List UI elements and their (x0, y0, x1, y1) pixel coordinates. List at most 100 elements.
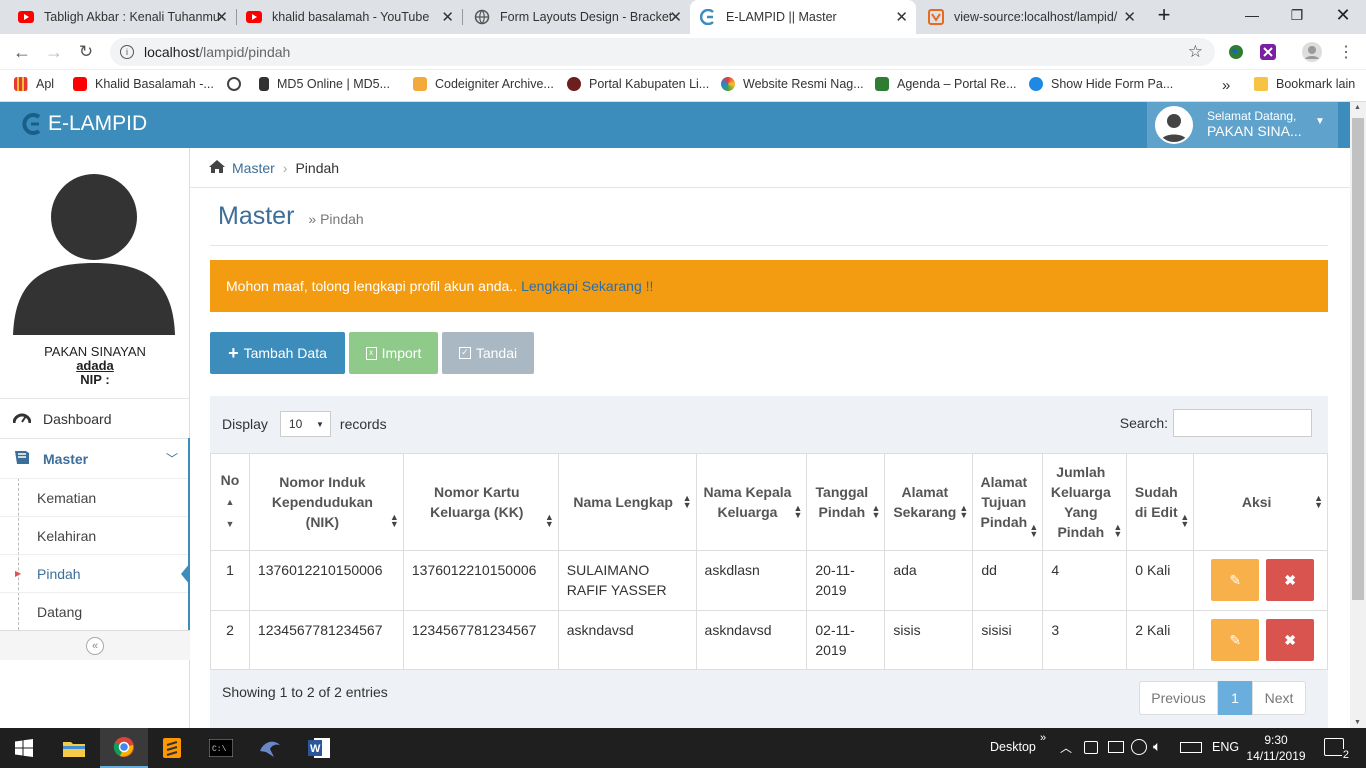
scrollbar-thumb[interactable] (1352, 118, 1364, 600)
column-header[interactable]: Alamat Sekarang ▲ ▼ (884, 453, 974, 551)
dolphin-icon[interactable] (246, 728, 294, 768)
desktop-toolbar-label[interactable]: Desktop (990, 740, 1036, 754)
column-header[interactable]: Nama Lengkap ▲ ▼ (557, 453, 697, 551)
back-arrow-icon[interactable]: ← (10, 40, 34, 64)
browser-tab-active[interactable]: E-LAMPID || Master ✕ (690, 0, 916, 34)
reload-icon[interactable]: ↻ (74, 40, 98, 64)
bookmarks-overflow[interactable]: » (1222, 77, 1230, 94)
info-icon[interactable]: i (120, 45, 134, 59)
sidebar-item-pindah[interactable]: ▶ Pindah (0, 554, 190, 592)
browser-tab[interactable]: Form Layouts Design - Bracket ✕ (464, 0, 690, 34)
column-header[interactable]: Nama Kepala Keluarga ▲ ▼ (695, 453, 808, 551)
bookmark-apps[interactable]: Apl (14, 77, 54, 91)
maximize-button[interactable]: ❐ (1274, 0, 1320, 30)
column-header[interactable]: Nomor Kartu Keluarga (KK) ▲ ▼ (402, 453, 559, 551)
column-header[interactable]: Tanggal Pindah ▲ ▼ (806, 453, 886, 551)
keyboard-icon[interactable] (1180, 742, 1202, 753)
home-icon[interactable] (208, 159, 226, 177)
minimize-button[interactable]: — (1229, 0, 1275, 30)
browser-tab[interactable]: khalid basalamah - YouTube ✕ (236, 0, 462, 34)
url-path: /lampid/pindah (199, 44, 291, 60)
menu-dots-icon[interactable]: ⋮ (1334, 40, 1358, 64)
row-actions: ✎ ✖ (1193, 550, 1328, 611)
meet-now-icon[interactable] (1084, 741, 1098, 754)
user-menu[interactable]: Selamat Datang, PAKAN SINA... ▼ (1147, 102, 1338, 148)
brand-name: E-LAMPID (48, 112, 148, 135)
sidebar-item-master[interactable]: Master ﹀ (0, 438, 190, 478)
lock-icon (259, 77, 269, 91)
column-header[interactable]: No ▲ ▼ (210, 453, 250, 551)
other-bookmarks[interactable]: Bookmark lain (1254, 77, 1355, 91)
browser-tab[interactable]: Tabligh Akbar : Kenali Tuhanmu ✕ (8, 0, 236, 34)
page-length-select[interactable]: 10 ▼ (279, 411, 331, 437)
forward-arrow-icon[interactable]: → (42, 40, 66, 64)
next-button[interactable]: Next (1252, 681, 1306, 715)
bookmark-item[interactable] (227, 77, 249, 91)
add-data-button[interactable]: + Tambah Data (210, 332, 345, 374)
sublime-text-icon[interactable] (148, 728, 196, 768)
terminal-icon[interactable]: C:\ (197, 728, 245, 768)
bookmark-item[interactable]: Agenda – Portal Re... (875, 77, 1017, 91)
collapse-icon[interactable]: « (86, 637, 104, 655)
import-button[interactable]: x Import (349, 332, 438, 374)
notification-icon[interactable]: 2 (1324, 738, 1350, 761)
sidebar-item-datang[interactable]: Datang (0, 592, 188, 630)
url-bar[interactable]: i localhost/lampid/pindah ☆ (110, 38, 1215, 66)
tab-title: view-source:localhost/lampid/ (954, 10, 1118, 24)
star-icon[interactable]: ☆ (1188, 42, 1203, 62)
edit-button[interactable]: ✎ (1211, 618, 1260, 661)
profile-icon[interactable] (1300, 40, 1324, 64)
extension-icon[interactable] (1256, 40, 1280, 64)
column-header[interactable]: Aksi ▲ ▼ (1193, 453, 1328, 551)
alert-link[interactable]: Lengkapi Sekarang !! (521, 278, 653, 294)
battery-icon[interactable] (1108, 741, 1124, 753)
toolbar-overflow-icon[interactable]: » (1040, 732, 1046, 744)
close-window-button[interactable]: ✕ (1320, 0, 1366, 30)
volume-icon[interactable]: 🔈︎ (1153, 738, 1161, 755)
sort-icon: ▲ ▼ (1180, 512, 1190, 529)
file-explorer-icon[interactable] (50, 728, 98, 768)
network-globe-icon[interactable] (1131, 739, 1147, 755)
bookmark-item[interactable]: Portal Kabupaten Li... (567, 77, 709, 91)
sidebar-item-dashboard[interactable]: Dashboard (0, 398, 190, 438)
windows-start-icon[interactable] (0, 728, 48, 768)
page-button-1[interactable]: 1 (1218, 681, 1252, 715)
close-icon[interactable]: ✕ (441, 8, 454, 26)
word-icon[interactable]: W (295, 728, 343, 768)
sidebar-user-sub[interactable]: adada (0, 359, 190, 373)
bookmark-item[interactable]: Show Hide Form Pa... (1029, 77, 1173, 91)
close-icon[interactable]: ✕ (215, 8, 228, 26)
column-header[interactable]: Jumlah Keluarga Yang Pindah ▲ ▼ (1042, 453, 1128, 551)
plus-icon: + (228, 342, 239, 363)
search-input[interactable] (1173, 409, 1312, 437)
bookmark-item[interactable]: MD5 Online | MD5... (259, 77, 390, 91)
mark-button[interactable]: ✓ Tandai (442, 332, 534, 374)
column-header[interactable]: Sudah di Edit ▲ ▼ (1126, 453, 1195, 551)
page-scrollbar[interactable]: ▲ ▼ (1350, 102, 1366, 728)
edit-button[interactable]: ✎ (1211, 559, 1260, 601)
sidebar-item-kelahiran[interactable]: Kelahiran (0, 516, 188, 554)
close-icon[interactable]: ✕ (669, 8, 682, 26)
clock[interactable]: 9:30 14/11/2019 (1246, 732, 1306, 764)
new-tab-button[interactable]: + (1142, 0, 1186, 30)
previous-button[interactable]: Previous (1139, 681, 1218, 715)
close-icon[interactable]: ✕ (1123, 8, 1136, 26)
chevron-up-icon[interactable]: ︿ (1060, 739, 1072, 756)
column-header[interactable]: Nomor Induk Kependudukan (NIK) ▲ ▼ (248, 453, 404, 551)
close-icon[interactable]: ✕ (895, 8, 908, 26)
breadcrumb-home[interactable]: Master (232, 160, 275, 176)
sidebar-username: PAKAN SINAYAN (44, 344, 146, 359)
delete-button[interactable]: ✖ (1266, 559, 1315, 601)
extension-globe-icon[interactable] (1224, 40, 1248, 64)
chrome-icon[interactable] (100, 728, 148, 768)
bookmark-item[interactable]: Codeigniter Archive... (413, 77, 554, 91)
input-language[interactable]: ENG (1212, 740, 1239, 754)
data-table: No ▲ ▼ Nomor Induk Kependudukan (NIK) ▲ ▼ No… (210, 453, 1328, 670)
brand-logo[interactable]: E-LAMPID (22, 112, 147, 136)
sidebar-item-kematian[interactable]: Kematian (0, 478, 188, 516)
browser-tab[interactable]: view-source:localhost/lampid/ ✕ (918, 0, 1144, 34)
bookmark-item[interactable]: Khalid Basalamah -... (73, 77, 214, 91)
delete-button[interactable]: ✖ (1266, 618, 1315, 661)
column-header[interactable]: Alamat Tujuan Pindah ▲ ▼ (972, 453, 1044, 551)
bookmark-item[interactable]: Website Resmi Nag... (721, 77, 864, 91)
